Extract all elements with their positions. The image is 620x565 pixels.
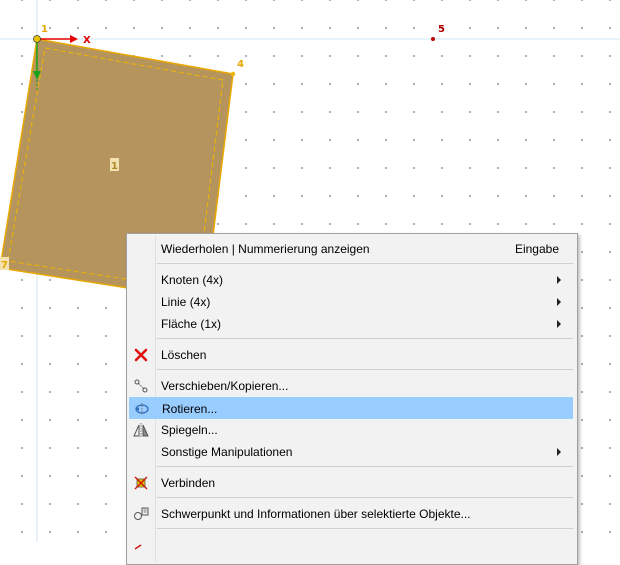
submenu-arrow-icon <box>557 298 561 306</box>
node-label-1: 1 <box>41 24 48 35</box>
node-label-5: 5 <box>438 24 445 35</box>
menu-item-label: Sonstige Manipulationen <box>161 445 293 459</box>
menu-item-label: Spiegeln... <box>161 423 218 437</box>
connect-icon <box>134 476 148 490</box>
node-4[interactable] <box>230 71 236 77</box>
menu-item-rotate[interactable]: Rotieren... <box>129 397 573 419</box>
menu-item-other-manipulations[interactable]: Sonstige Manipulationen <box>129 441 573 463</box>
centroid-info-icon <box>134 507 149 520</box>
submenu-arrow-icon <box>557 276 561 284</box>
rotate-icon <box>135 403 149 415</box>
menu-item-move-copy[interactable]: Verschieben/Kopieren... <box>129 375 573 397</box>
menu-separator <box>157 263 573 264</box>
menu-item-connect[interactable]: Verbinden <box>129 472 573 494</box>
menu-item-shortcut: Eingabe <box>514 242 559 256</box>
delete-x-icon <box>134 348 148 362</box>
menu-item-label: Verschieben/Kopieren... <box>161 379 289 393</box>
surface-label: 1 <box>111 161 118 172</box>
menu-item-label: Verbinden <box>161 476 216 490</box>
node-label-7: 7 <box>1 260 8 271</box>
x-axis-arrowhead <box>70 35 78 43</box>
menu-item-partial[interactable] <box>129 534 573 556</box>
partial-item-icon <box>134 544 142 550</box>
move-copy-icon <box>134 379 148 393</box>
node-1[interactable] <box>33 35 41 43</box>
menu-separator <box>157 338 573 339</box>
menu-item-surfaces[interactable]: Fläche (1x) <box>129 313 573 335</box>
menu-item-repeat[interactable]: Wiederholen | Nummerierung anzeigen Eing… <box>129 238 573 260</box>
menu-item-nodes[interactable]: Knoten (4x) <box>129 269 573 291</box>
node-label-4: 4 <box>237 59 244 70</box>
menu-item-delete[interactable]: Löschen <box>129 344 573 366</box>
menu-separator <box>157 369 573 370</box>
menu-item-centroid-info[interactable]: Schwerpunkt und Informationen über selek… <box>129 503 573 525</box>
menu-item-label: Fläche (1x) <box>161 317 222 331</box>
menu-item-label: Linie (4x) <box>161 295 211 309</box>
menu-item-label: Löschen <box>161 348 207 362</box>
x-axis-label: X <box>83 35 91 46</box>
menu-item-lines[interactable]: Linie (4x) <box>129 291 573 313</box>
context-menu[interactable]: Wiederholen | Nummerierung anzeigen Eing… <box>126 233 578 565</box>
menu-item-label: Schwerpunkt und Informationen über selek… <box>161 507 471 521</box>
menu-item-mirror[interactable]: Spiegeln... <box>129 419 573 441</box>
menu-item-label: Wiederholen | Nummerierung anzeigen <box>161 242 370 256</box>
menu-separator <box>157 528 573 529</box>
mirror-icon <box>133 423 149 437</box>
menu-item-label: Knoten (4x) <box>161 273 224 287</box>
submenu-arrow-icon <box>557 320 561 328</box>
menu-separator <box>157 497 573 498</box>
menu-separator <box>157 466 573 467</box>
submenu-arrow-icon <box>557 448 561 456</box>
node-5[interactable] <box>431 37 435 41</box>
menu-item-label: Rotieren... <box>162 402 218 416</box>
